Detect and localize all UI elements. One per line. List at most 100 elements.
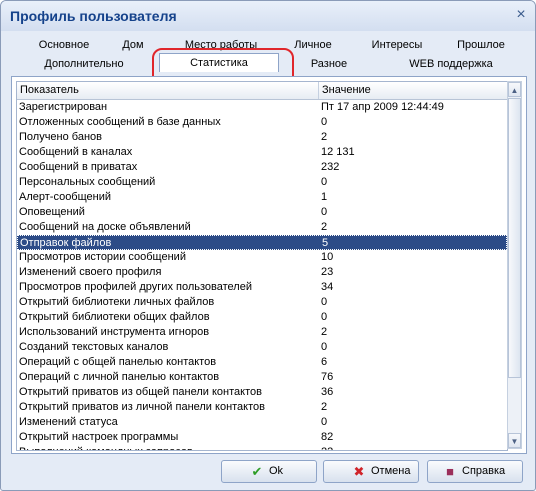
row-indicator: Открытий библиотеки общих файлов (19, 311, 210, 323)
title-bar[interactable]: Профиль пользователя × (1, 1, 535, 31)
cancel-button-label: Отмена (371, 465, 411, 477)
column-header-indicator[interactable]: Показатель (17, 82, 319, 99)
row-value: 0 (321, 416, 328, 428)
table-row[interactable]: Открытий библиотеки общих файлов 0 (17, 310, 507, 325)
row-indicator: Изменений своего профиля (19, 266, 162, 278)
row-value: Пт 17 апр 2009 12:44:49 (321, 101, 444, 113)
row-value: 0 (321, 116, 328, 128)
row-indicator: Отправок файлов (20, 237, 112, 249)
row-indicator: Открытий библиотеки личных файлов (19, 296, 215, 308)
tab-personal[interactable]: Личное (285, 37, 341, 53)
table-row[interactable]: Отправок файлов 5 (17, 235, 507, 250)
row-value: 0 (321, 311, 328, 323)
table-row[interactable]: Просмотров истории сообщений 10 (17, 250, 507, 265)
row-indicator: Оповещений (19, 206, 85, 218)
row-indicator: Сообщений на доске объявлений (19, 221, 191, 233)
row-indicator: Открытий приватов из личной панели конта… (19, 401, 265, 413)
table-row[interactable]: Получено банов 2 (17, 130, 507, 145)
table-row[interactable]: Открытий библиотеки личных файлов 0 (17, 295, 507, 310)
table-row[interactable]: Использований инструмента игноров 2 (17, 325, 507, 340)
list-header: Показатель Значение (17, 82, 507, 100)
row-value: 23 (321, 266, 334, 278)
table-row[interactable]: Сообщений в каналах 12 131 (17, 145, 507, 160)
row-value: 10 (321, 251, 334, 263)
row-indicator: Отложенных сообщений в базе данных (19, 116, 221, 128)
row-indicator: Сообщений в приватах (19, 161, 138, 173)
table-row[interactable]: Изменений статуса 0 (17, 415, 507, 430)
table-row[interactable]: Открытий настроек программы 82 (17, 430, 507, 445)
row-value: 22 (321, 445, 333, 450)
table-row[interactable]: Созданий текстовых каналов 0 (17, 340, 507, 355)
table-row[interactable]: Оповещений 0 (17, 205, 507, 220)
tab-interests[interactable]: Интересы (364, 37, 430, 53)
ok-button-label: Ok (269, 465, 284, 477)
tab-home[interactable]: Дом (113, 37, 153, 53)
profile-window: Профиль пользователя × Основное Дом Мест… (0, 0, 536, 491)
row-value: 2 (321, 221, 328, 233)
table-row[interactable]: Операций с личной панелью контактов 76 (17, 370, 507, 385)
statistics-list[interactable]: Показатель Значение Зарегистрирован Пт 17… (16, 81, 508, 451)
check-icon: ✔ (251, 464, 263, 479)
table-row[interactable]: Персональных сообщений 0 (17, 175, 507, 190)
window-title: Профиль пользователя (10, 8, 177, 24)
table-row[interactable]: Просмотров профилей других пользователей… (17, 280, 507, 295)
row-indicator: Просмотров профилей других пользователей (19, 281, 252, 293)
cross-icon: ✖ (353, 464, 365, 479)
row-value: 12 131 (321, 146, 355, 158)
statistics-panel: Показатель Значение Зарегистрирован Пт 17… (11, 76, 527, 454)
scroll-down-icon[interactable]: ▼ (508, 433, 521, 448)
tab-additional[interactable]: Дополнительно (29, 56, 139, 72)
table-row[interactable]: Алерт-сообщений 1 (17, 190, 507, 205)
row-value: 232 (321, 161, 340, 173)
table-row[interactable]: Открытий приватов из личной панели конта… (17, 400, 507, 415)
row-value: 36 (321, 386, 334, 398)
row-indicator: Зарегистрирован (19, 101, 108, 113)
vertical-scrollbar[interactable]: ▲ ▼ (507, 81, 522, 449)
table-row[interactable]: Операций с общей панелью контактов 6 (17, 355, 507, 370)
row-indicator: Получено банов (19, 131, 102, 143)
row-indicator: Использований инструмента игноров (19, 326, 210, 338)
row-indicator: Персональных сообщений (19, 176, 156, 188)
row-indicator: Изменений статуса (19, 416, 118, 428)
table-row[interactable]: Изменений своего профиля 23 (17, 265, 507, 280)
row-indicator: Алерт-сообщений (19, 191, 112, 203)
row-indicator: Выполнений командных запросов (19, 445, 193, 450)
scroll-up-icon[interactable]: ▲ (508, 82, 521, 97)
table-row[interactable]: Сообщений на доске объявлений 2 (17, 220, 507, 235)
row-value: 0 (321, 176, 328, 188)
row-value: 6 (321, 356, 328, 368)
close-icon[interactable]: × (513, 7, 529, 23)
tab-past[interactable]: Прошлое (451, 37, 511, 53)
table-row[interactable]: Зарегистрирован Пт 17 апр 2009 12:44:49 (17, 100, 507, 115)
table-row[interactable]: Отложенных сообщений в базе данных 0 (17, 115, 507, 130)
row-value: 82 (321, 431, 334, 443)
table-row[interactable]: Выполнений командных запросов 22 (17, 445, 507, 450)
ok-button[interactable]: ✔ Ok (221, 460, 317, 483)
row-value: 34 (321, 281, 334, 293)
row-indicator: Созданий текстовых каналов (19, 341, 169, 353)
tab-web-support[interactable]: WEB поддержка (401, 56, 501, 72)
column-header-value[interactable]: Значение (319, 82, 507, 99)
book-icon: ■ (446, 464, 454, 479)
row-value: 5 (322, 237, 329, 249)
row-indicator: Открытий настроек программы (19, 431, 179, 443)
row-value: 2 (321, 401, 328, 413)
row-value: 0 (321, 296, 328, 308)
row-indicator: Открытий приватов из общей панели контак… (19, 386, 262, 398)
row-indicator: Операций с личной панелью контактов (19, 371, 220, 383)
row-indicator: Просмотров истории сообщений (19, 251, 186, 263)
tab-basic[interactable]: Основное (29, 37, 99, 53)
cancel-button[interactable]: ✖ Отмена (323, 460, 419, 483)
help-button[interactable]: ■ Справка (427, 460, 523, 483)
scroll-thumb[interactable] (508, 98, 521, 378)
row-value: 0 (321, 341, 328, 353)
table-row[interactable]: Открытий приватов из общей панели контак… (17, 385, 507, 400)
row-value: 2 (321, 131, 328, 143)
help-button-label: Справка (462, 465, 506, 477)
row-value: 1 (321, 191, 328, 203)
row-value: 0 (321, 206, 328, 218)
row-indicator: Сообщений в каналах (19, 146, 133, 158)
table-row[interactable]: Сообщений в приватах 232 (17, 160, 507, 175)
tab-misc[interactable]: Разное (299, 56, 359, 72)
list-rows: Зарегистрирован Пт 17 апр 2009 12:44:49 От… (17, 100, 507, 450)
